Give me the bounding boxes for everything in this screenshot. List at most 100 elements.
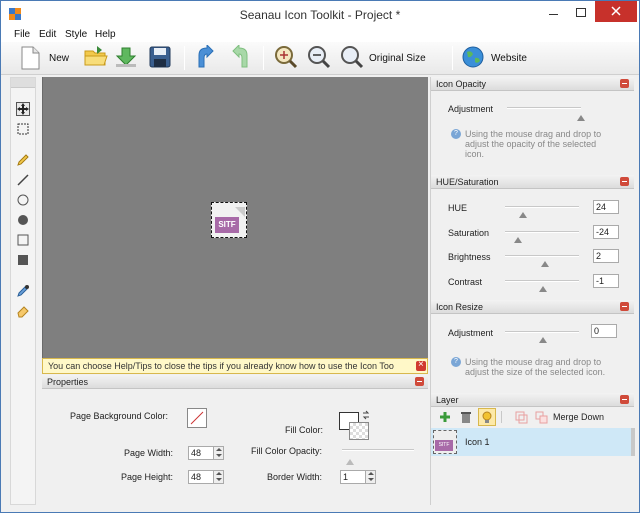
toolbar-separator	[184, 46, 185, 70]
layer-toolbar-separator	[501, 411, 502, 423]
page-width-spin-arrows[interactable]	[213, 447, 223, 459]
save-icon	[149, 46, 171, 68]
eraser-tool[interactable]	[16, 304, 30, 318]
website-button[interactable]: Website	[461, 45, 535, 71]
move-icon	[17, 103, 29, 115]
saturation-input[interactable]: -24	[593, 225, 619, 239]
saturation-slider-thumb[interactable]	[514, 237, 522, 243]
page-width-stepper[interactable]: 48	[188, 446, 224, 460]
menu-edit[interactable]: Edit	[39, 29, 56, 40]
opacity-slider-thumb[interactable]	[577, 115, 585, 121]
maximize-button[interactable]	[568, 1, 594, 22]
menu-help[interactable]: Help	[95, 29, 116, 40]
icon-resize-collapse-button[interactable]	[620, 302, 629, 311]
app-window: Seanau Icon Toolkit - Project * File Edi…	[0, 0, 640, 513]
original-size-label: Original Size	[369, 53, 426, 64]
contrast-input[interactable]: -1	[593, 274, 619, 288]
fill-color-picker[interactable]	[339, 410, 373, 442]
hue-saturation-collapse-button[interactable]	[620, 177, 629, 186]
menu-file[interactable]: File	[14, 29, 30, 40]
zoom-out-icon	[308, 46, 331, 69]
fill-opacity-slider-track[interactable]	[342, 449, 414, 451]
saturation-label: Saturation	[448, 228, 490, 238]
page-height-stepper[interactable]: 48	[188, 470, 224, 484]
rectangle-tool[interactable]	[16, 233, 30, 247]
brightness-input[interactable]: 2	[593, 249, 619, 263]
resize-slider-thumb[interactable]	[539, 337, 547, 343]
main-toolbar: New Original Size Website	[1, 42, 639, 75]
contrast-slider-thumb[interactable]	[539, 286, 547, 292]
eyedropper-tool[interactable]	[16, 284, 30, 298]
hue-input[interactable]: 24	[593, 200, 619, 214]
tool-strip-header	[11, 78, 35, 88]
add-layer-button[interactable]	[438, 410, 452, 424]
open-button[interactable]	[83, 45, 109, 71]
merge-down-button[interactable]: Merge Down	[553, 412, 604, 422]
minimize-button[interactable]	[541, 1, 567, 22]
canvas-icon-preview[interactable]: SITF	[211, 202, 247, 238]
eyedropper-icon	[17, 285, 29, 297]
select-tool[interactable]	[16, 122, 30, 136]
opacity-adjustment-label: Adjustment	[448, 104, 494, 114]
properties-title: Properties	[47, 377, 89, 387]
new-button[interactable]: New	[19, 45, 75, 71]
rectangle-outline-icon	[17, 234, 29, 246]
open-folder-icon	[84, 46, 108, 66]
move-tool[interactable]	[16, 102, 30, 116]
contrast-slider-track[interactable]	[505, 280, 579, 282]
page-background-color-swatch[interactable]	[187, 408, 207, 428]
brightness-slider-thumb[interactable]	[541, 261, 549, 267]
page-height-spin-arrows[interactable]	[213, 471, 223, 483]
layer-scrollbar[interactable]	[631, 428, 635, 456]
filled-rectangle-tool[interactable]	[16, 253, 30, 267]
copy-layer-button[interactable]	[534, 410, 548, 424]
new-label: New	[49, 53, 70, 64]
save-button[interactable]	[147, 45, 173, 71]
pencil-tool[interactable]	[16, 153, 30, 167]
opacity-slider-track[interactable]	[507, 107, 581, 109]
duplicate-layer-button[interactable]	[514, 410, 528, 424]
info-icon: ?	[451, 357, 461, 367]
brightness-slider-track[interactable]	[505, 255, 579, 257]
globe-icon	[462, 46, 484, 68]
properties-collapse-button[interactable]	[415, 377, 424, 386]
close-button[interactable]	[595, 1, 637, 22]
page-width-value: 48	[191, 448, 202, 458]
line-tool[interactable]	[16, 173, 30, 187]
ellipse-tool[interactable]	[16, 193, 30, 207]
new-document-icon	[21, 46, 40, 70]
border-width-stepper[interactable]: 1	[340, 470, 376, 484]
border-width-spin-arrows[interactable]	[365, 471, 375, 483]
toolbar-separator	[452, 46, 453, 70]
layer-item[interactable]: SITF Icon 1	[431, 428, 631, 456]
hue-saturation-header: HUE/Saturation	[431, 175, 634, 189]
layer-visibility-button[interactable]	[478, 408, 496, 426]
tip-text: You can choose Help/Tips to close the ti…	[48, 361, 394, 371]
hue-slider-track[interactable]	[505, 206, 579, 208]
original-size-button[interactable]: Original Size	[339, 45, 431, 71]
lightbulb-icon	[482, 411, 492, 423]
redo-button[interactable]	[227, 43, 253, 71]
resize-input[interactable]: 0	[591, 324, 617, 338]
resize-slider-track[interactable]	[505, 331, 579, 333]
saturation-slider-track[interactable]	[505, 231, 579, 233]
menu-style[interactable]: Style	[65, 29, 87, 40]
filled-ellipse-tool[interactable]	[16, 213, 30, 227]
drawing-canvas[interactable]: SITF	[42, 77, 428, 358]
fill-opacity-slider-thumb[interactable]	[346, 459, 354, 465]
undo-button[interactable]	[193, 43, 219, 71]
icon-opacity-collapse-button[interactable]	[620, 79, 629, 88]
layer-thumbnail: SITF	[433, 430, 457, 454]
zoom-out-button[interactable]	[306, 45, 332, 71]
border-width-value: 1	[343, 472, 349, 482]
import-button[interactable]	[113, 45, 139, 71]
delete-layer-button[interactable]	[459, 410, 473, 424]
zoom-in-button[interactable]	[273, 45, 299, 71]
layer-name: Icon 1	[465, 437, 490, 447]
tip-close-button[interactable]	[416, 359, 426, 371]
layer-title: Layer	[436, 395, 459, 405]
hue-slider-thumb[interactable]	[519, 212, 527, 218]
title-bar: Seanau Icon Toolkit - Project *	[1, 1, 639, 28]
border-width-label: Border Width:	[267, 472, 323, 482]
layer-collapse-button[interactable]	[620, 395, 629, 404]
